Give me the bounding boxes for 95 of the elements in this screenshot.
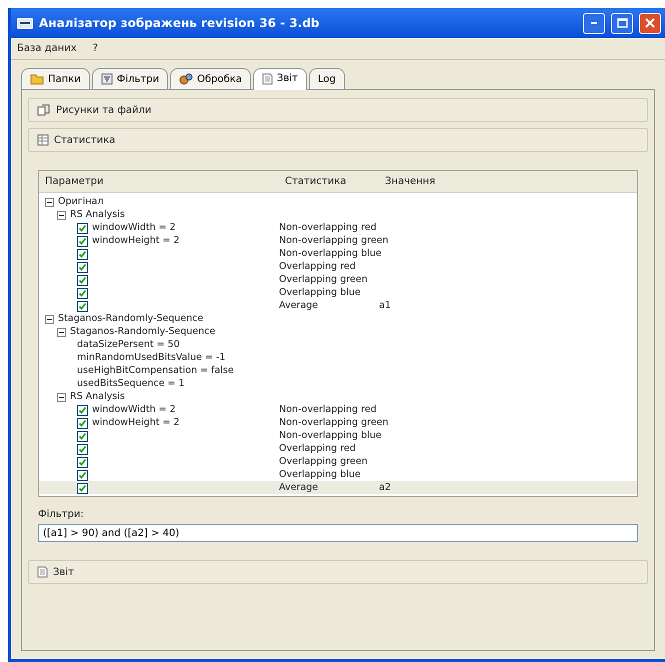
tree-row[interactable]: Overlapping green [39, 273, 637, 286]
close-icon [644, 17, 656, 29]
section-title: Звіт [53, 566, 74, 580]
filter-label: Фільтри: [38, 508, 85, 522]
collapse-icon[interactable] [45, 198, 54, 207]
tree-row[interactable]: Overlapping blue [39, 468, 637, 481]
parameter-text: windowHeight = 2 [92, 416, 180, 430]
tree-node-label[interactable]: RS Analysis [70, 390, 125, 404]
collapse-icon[interactable] [57, 210, 66, 220]
menu-item[interactable]: ? [92, 41, 98, 56]
statistic-text: Non-overlapping red [279, 221, 377, 235]
tab[interactable]: Обробка [170, 68, 251, 89]
checkbox[interactable] [77, 482, 88, 494]
parameter-text: windowWidth = 2 [92, 403, 176, 417]
tree-node-label[interactable]: Staganos-Randomly-Sequence [58, 312, 204, 326]
parameter-text: minRandomUsedBitsValue = -1 [77, 351, 226, 365]
section-header[interactable]: Звіт [28, 560, 648, 584]
maximize-icon [616, 17, 628, 29]
value-text: a2 [379, 481, 391, 495]
parameter-text: windowHeight = 2 [92, 234, 180, 248]
selected-row[interactable]: Average a2 [39, 481, 637, 494]
window-title: Аналізатор зображень revision 36 - 3.db [39, 15, 320, 32]
gears-icon [179, 73, 194, 85]
statistic-text: Non-overlapping blue [279, 429, 382, 443]
statistic-text: Non-overlapping blue [279, 247, 382, 261]
documents-icon [37, 104, 51, 116]
checkbox[interactable] [77, 288, 88, 299]
statistic-text: Overlapping red [279, 442, 356, 456]
parameter-text: usedBitsSequence = 1 [77, 377, 185, 391]
collapse-icon[interactable] [45, 314, 54, 324]
checkbox[interactable] [77, 262, 88, 273]
tree-node-label[interactable]: RS Analysis [70, 208, 125, 222]
folder-icon [30, 73, 44, 85]
checkbox[interactable] [77, 300, 88, 312]
filter-field[interactable]: ([a1] > 90) and ([a2] > 40) [38, 524, 638, 542]
column-header[interactable]: Статистика [279, 171, 379, 192]
menu-item[interactable]: База даних [17, 41, 77, 56]
statistic-text: Overlapping green [279, 455, 368, 469]
tree-node-label[interactable]: Staganos-Randomly-Sequence [70, 325, 216, 340]
filter-icon [100, 73, 113, 85]
parameter-text: useHighBitCompensation = false [77, 364, 234, 378]
checkbox[interactable] [77, 236, 88, 247]
checkbox[interactable] [77, 444, 88, 455]
checkbox[interactable] [77, 430, 88, 442]
section-title: Рисунки та файли [56, 104, 152, 118]
statistic-text: Overlapping red [279, 260, 356, 274]
tree-row[interactable]: Overlapping red [39, 260, 637, 273]
tree-row[interactable]: Overlapping blue [39, 286, 637, 299]
minimize-icon [591, 22, 597, 24]
section-title: Статистика [54, 134, 116, 148]
statistic-text: Non-overlapping green [279, 234, 388, 248]
statistic-text: Non-overlapping green [279, 416, 388, 430]
tree-row[interactable]: Overlapping green [39, 455, 637, 468]
tree-row[interactable]: windowWidth = 2 Non-overlapping red [39, 403, 637, 416]
minimize-button[interactable] [583, 12, 605, 34]
tab[interactable]: Звіт [252, 68, 307, 90]
tree-row[interactable]: Non-overlapping blue [39, 247, 637, 260]
tree-row[interactable]: windowWidth = 2 Non-overlapping red [39, 221, 637, 234]
checkbox[interactable] [77, 470, 88, 481]
checkbox[interactable] [77, 456, 88, 468]
tab[interactable]: Папки [21, 68, 90, 89]
table-icon [37, 134, 49, 146]
parameter-text: dataSizePersent = 50 [77, 338, 180, 352]
column-header[interactable]: Значення [379, 171, 637, 192]
value-text: a1 [379, 299, 391, 313]
statistic-text: Average [279, 299, 318, 313]
statistic-text: Overlapping blue [279, 468, 361, 482]
statistic-text: Average [279, 481, 318, 495]
collapse-icon[interactable] [57, 392, 66, 402]
tab[interactable]: Log [308, 68, 345, 89]
document-icon [262, 72, 273, 84]
checkbox[interactable] [77, 222, 88, 234]
tree-row[interactable]: windowHeight = 2 Non-overlapping green [39, 234, 637, 247]
close-button[interactable] [639, 12, 661, 34]
checkbox[interactable] [77, 418, 88, 429]
parameter-text: windowWidth = 2 [92, 221, 176, 235]
app-icon [17, 18, 33, 28]
document-icon [37, 566, 48, 578]
tree-row[interactable]: Overlapping red [39, 442, 637, 455]
tree-row[interactable]: Non-overlapping blue [39, 429, 637, 442]
tree-row[interactable]: Average a1 [39, 299, 637, 312]
statistic-text: Overlapping blue [279, 286, 361, 300]
tab[interactable]: Фільтри [92, 68, 168, 89]
tree-node-label[interactable]: Оригінал [58, 195, 104, 210]
collapse-icon[interactable] [57, 328, 66, 337]
maximize-button[interactable] [611, 12, 633, 34]
section-header[interactable]: Статистика [28, 128, 648, 152]
column-header[interactable]: Параметри [39, 171, 279, 192]
checkbox[interactable] [77, 404, 88, 416]
statistic-text: Non-overlapping red [279, 403, 377, 417]
section-header[interactable]: Рисунки та файли [28, 98, 648, 122]
statistic-text: Overlapping green [279, 273, 368, 287]
checkbox[interactable] [77, 274, 88, 286]
tree-row[interactable]: windowHeight = 2 Non-overlapping green [39, 416, 637, 429]
checkbox[interactable] [77, 248, 88, 260]
